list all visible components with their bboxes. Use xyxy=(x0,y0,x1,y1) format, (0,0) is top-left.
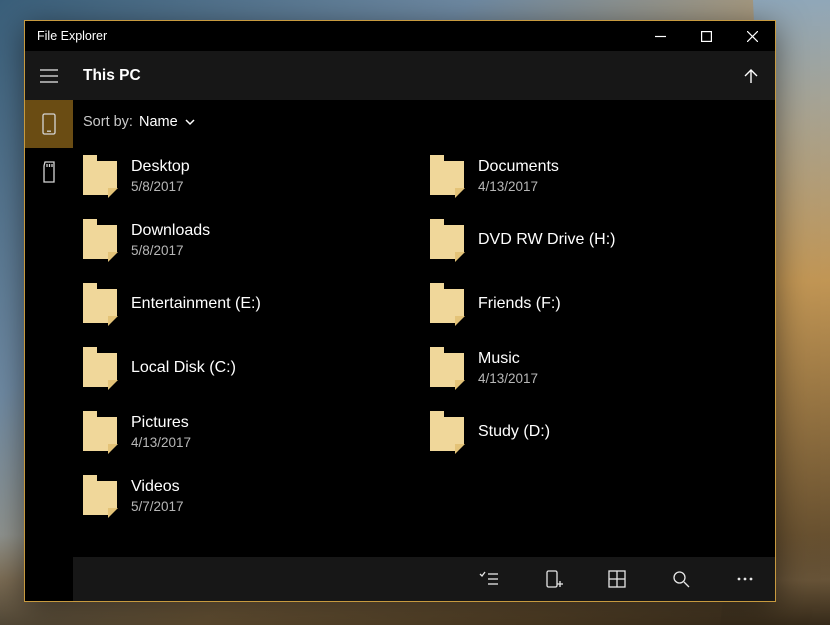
titlebar[interactable]: File Explorer xyxy=(25,21,775,51)
maximize-icon xyxy=(701,31,712,42)
folder-icon xyxy=(430,411,464,453)
folder-date: 5/7/2017 xyxy=(131,499,184,514)
search-icon xyxy=(671,569,691,589)
checklist-icon xyxy=(479,569,499,589)
folder-meta: Pictures 4/13/2017 xyxy=(131,414,191,450)
sort-label: Sort by: xyxy=(83,114,133,130)
folder-item[interactable]: Pictures 4/13/2017 xyxy=(81,400,420,464)
up-button[interactable] xyxy=(727,51,775,100)
folder-name: Downloads xyxy=(131,222,210,240)
hamburger-icon xyxy=(40,69,58,83)
folder-item[interactable]: Music 4/13/2017 xyxy=(428,336,767,400)
folder-name: Local Disk (C:) xyxy=(131,359,236,377)
chevron-down-icon xyxy=(184,116,196,128)
path-header: This PC xyxy=(25,51,775,100)
sort-bar[interactable]: Sort by: Name xyxy=(73,100,775,144)
folder-item[interactable]: Study (D:) xyxy=(428,400,767,464)
folder-icon xyxy=(430,155,464,197)
search-button[interactable] xyxy=(667,565,695,593)
folder-icon xyxy=(430,219,464,261)
folder-item[interactable]: Documents 4/13/2017 xyxy=(428,144,767,208)
folder-name: Documents xyxy=(478,158,559,176)
items-grid: Desktop 5/8/2017 Documents 4/13/2017 Downloa… xyxy=(73,144,775,557)
folder-icon xyxy=(430,283,464,325)
folder-name: Music xyxy=(478,350,538,368)
sort-value[interactable]: Name xyxy=(139,114,196,130)
maximize-button[interactable] xyxy=(683,21,729,51)
folder-icon xyxy=(83,475,117,517)
folder-item[interactable]: DVD RW Drive (H:) xyxy=(428,208,767,272)
close-button[interactable] xyxy=(729,21,775,51)
select-mode-button[interactable] xyxy=(475,565,503,593)
folder-date: 5/8/2017 xyxy=(131,243,210,258)
folder-date: 5/8/2017 xyxy=(131,179,190,194)
folder-date: 4/13/2017 xyxy=(478,179,559,194)
folder-meta: DVD RW Drive (H:) xyxy=(478,231,615,249)
grid-view-icon xyxy=(607,569,627,589)
command-bar xyxy=(73,557,775,601)
folder-name: Desktop xyxy=(131,158,190,176)
folder-icon xyxy=(83,219,117,261)
folder-name: Videos xyxy=(131,478,184,496)
folder-icon xyxy=(83,347,117,389)
folder-meta: Videos 5/7/2017 xyxy=(131,478,184,514)
folder-icon xyxy=(83,283,117,325)
folder-icon xyxy=(83,411,117,453)
phone-icon xyxy=(41,113,57,135)
folder-name: Entertainment (E:) xyxy=(131,295,261,313)
sd-card-icon xyxy=(41,161,57,183)
folder-item[interactable]: Entertainment (E:) xyxy=(81,272,420,336)
folder-item[interactable]: Friends (F:) xyxy=(428,272,767,336)
folder-meta: Entertainment (E:) xyxy=(131,295,261,313)
folder-name: DVD RW Drive (H:) xyxy=(478,231,615,249)
folder-meta: Documents 4/13/2017 xyxy=(478,158,559,194)
folder-meta: Music 4/13/2017 xyxy=(478,350,538,386)
folder-icon xyxy=(430,347,464,389)
more-button[interactable] xyxy=(731,565,759,593)
folder-name: Pictures xyxy=(131,414,191,432)
menu-button[interactable] xyxy=(25,51,73,100)
device-plus-icon xyxy=(543,569,563,589)
minimize-icon xyxy=(655,31,666,42)
minimize-button[interactable] xyxy=(637,21,683,51)
folder-meta: Friends (F:) xyxy=(478,295,561,313)
rail-tab-this-device[interactable] xyxy=(25,100,73,148)
folder-item[interactable]: Local Disk (C:) xyxy=(81,336,420,400)
current-location[interactable]: This PC xyxy=(73,67,727,85)
folder-icon xyxy=(83,155,117,197)
folder-item[interactable]: Downloads 5/8/2017 xyxy=(81,208,420,272)
folder-name: Study (D:) xyxy=(478,423,550,441)
view-button[interactable] xyxy=(603,565,631,593)
rail-tab-sd-card[interactable] xyxy=(25,148,73,196)
folder-date: 4/13/2017 xyxy=(131,435,191,450)
folder-item[interactable]: Desktop 5/8/2017 xyxy=(81,144,420,208)
window-title: File Explorer xyxy=(37,29,107,43)
left-rail xyxy=(25,100,73,601)
folder-meta: Study (D:) xyxy=(478,423,550,441)
folder-name: Friends (F:) xyxy=(478,295,561,313)
arrow-up-icon xyxy=(742,67,760,85)
folder-meta: Downloads 5/8/2017 xyxy=(131,222,210,258)
file-explorer-window: File Explorer This PC xyxy=(24,20,776,602)
new-window-button[interactable] xyxy=(539,565,567,593)
folder-meta: Desktop 5/8/2017 xyxy=(131,158,190,194)
folder-date: 4/13/2017 xyxy=(478,371,538,386)
folder-item[interactable]: Videos 5/7/2017 xyxy=(81,464,420,528)
more-icon xyxy=(735,569,755,589)
folder-meta: Local Disk (C:) xyxy=(131,359,236,377)
close-icon xyxy=(747,31,758,42)
sort-value-text: Name xyxy=(139,114,178,130)
